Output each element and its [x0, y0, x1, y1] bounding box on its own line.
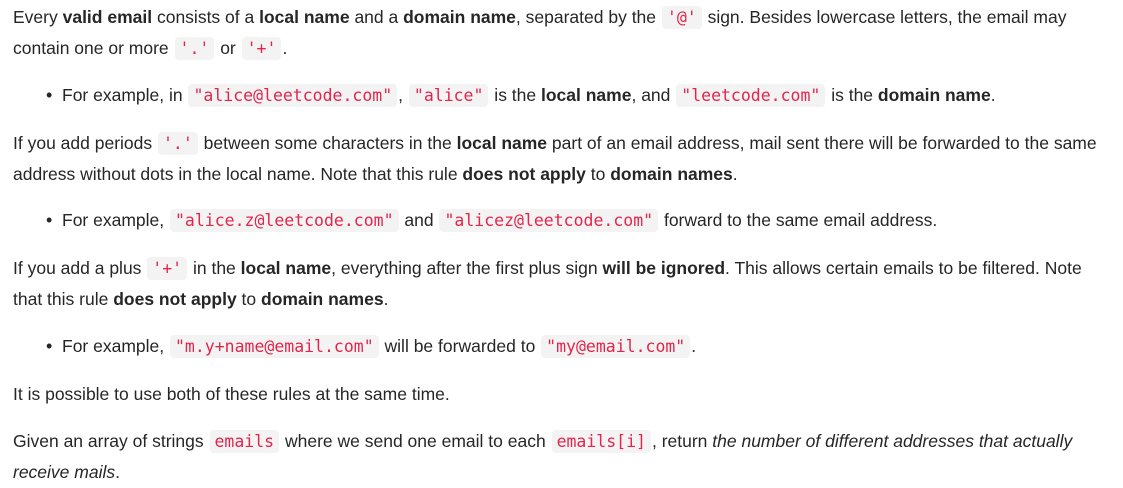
paragraph-plus-rule: If you add a plus '+' in the local name,… — [13, 253, 1113, 314]
text: It is possible to use both of these rule… — [13, 384, 450, 404]
bold-text: valid email — [62, 7, 153, 27]
text: . — [115, 462, 120, 482]
text: . — [282, 38, 288, 58]
text: For example, in — [62, 85, 188, 105]
text: to — [236, 289, 262, 309]
text: and — [399, 210, 439, 230]
text: and a — [349, 7, 404, 27]
bold-text: does not apply — [462, 164, 586, 184]
bold-text: local name — [541, 85, 632, 105]
inline-code: '+' — [241, 37, 282, 60]
paragraph-both-rules: It is possible to use both of these rule… — [13, 379, 1113, 409]
paragraph-periods-rule: If you add periods '.' between some char… — [13, 128, 1113, 189]
text: . — [990, 85, 996, 105]
text: Every — [13, 7, 63, 27]
bullet-icon: • — [46, 85, 53, 105]
bold-text: local name — [240, 258, 332, 278]
text: For example, — [62, 336, 169, 356]
paragraph-task: Given an array of strings emails where w… — [13, 426, 1113, 487]
text: , everything after the first plus sign — [331, 258, 603, 278]
inline-code: "alicez@leetcode.com" — [439, 209, 659, 232]
example-bullet-periods: • For example, "alice.z@leetcode.com" and… — [46, 205, 1113, 236]
text: , — [398, 85, 408, 105]
bullet-text: For example, in "alice@leetcode.com", "a… — [62, 80, 996, 111]
bold-text: domain names — [261, 289, 384, 309]
bold-text: local name — [259, 7, 350, 27]
bold-text: will be ignored — [602, 258, 726, 278]
inline-code: '.' — [174, 37, 215, 60]
bullet-icon: • — [46, 210, 53, 230]
inline-code: "m.y+name@email.com" — [169, 335, 379, 358]
text: will be forwarded to — [379, 336, 541, 356]
bold-text: domain name — [877, 85, 991, 105]
text: . — [732, 164, 738, 184]
bullet-icon: • — [46, 336, 53, 356]
paragraph-valid-email: Every valid email consists of a local na… — [13, 2, 1113, 64]
inline-code: "leetcode.com" — [676, 84, 826, 107]
text: , return — [651, 431, 713, 451]
text: If you add periods — [13, 133, 157, 153]
text: Given an array of strings — [13, 431, 209, 451]
text: is the — [489, 85, 541, 105]
bold-text: local name — [456, 133, 548, 153]
inline-code: "my@email.com" — [541, 335, 691, 358]
text: If you add a plus — [13, 258, 147, 278]
text: to — [585, 164, 611, 184]
text: forward to the same email address. — [659, 210, 938, 230]
text: between some characters in the — [198, 133, 457, 153]
text: consists of a — [152, 7, 260, 27]
inline-code: '@' — [661, 6, 702, 29]
example-bullet-plus: • For example, "m.y+name@email.com" will … — [46, 331, 1113, 362]
text: For example, — [62, 210, 169, 230]
inline-code: "alice" — [408, 84, 489, 107]
text: in the — [188, 258, 241, 278]
text: , separated by the — [515, 7, 661, 27]
bold-text: domain name — [403, 7, 516, 27]
bullet-text: For example, "alice.z@leetcode.com" and … — [62, 205, 937, 236]
text: where we send one email to each — [280, 431, 551, 451]
inline-code: '+' — [147, 257, 188, 280]
bold-text: domain names — [610, 164, 733, 184]
text: is the — [826, 85, 878, 105]
inline-code: emails — [209, 430, 280, 453]
bold-text: does not apply — [113, 289, 237, 309]
inline-code: "alice.z@leetcode.com" — [169, 209, 399, 232]
bullet-text: For example, "m.y+name@email.com" will b… — [62, 331, 696, 362]
text: or — [215, 38, 241, 58]
inline-code: emails[i] — [551, 430, 651, 453]
text: . — [383, 289, 389, 309]
inline-code: "alice@leetcode.com" — [188, 84, 398, 107]
text: . — [691, 336, 697, 356]
inline-code: '.' — [157, 132, 198, 155]
text: , and — [631, 85, 676, 105]
example-bullet-local-domain: • For example, in "alice@leetcode.com", "… — [46, 80, 1113, 111]
